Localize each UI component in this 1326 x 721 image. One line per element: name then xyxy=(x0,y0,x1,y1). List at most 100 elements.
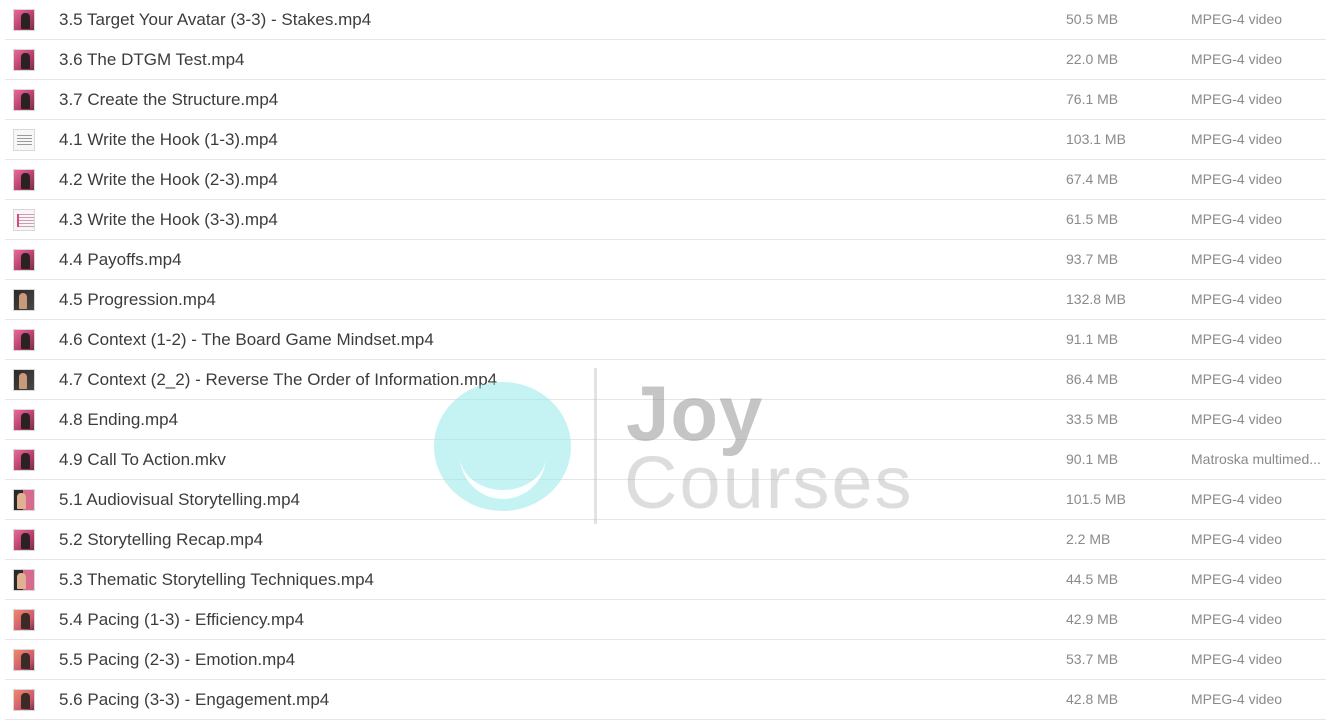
thumbnail-figure xyxy=(21,693,30,709)
video-thumbnail-icon xyxy=(13,689,35,711)
video-thumbnail-icon xyxy=(13,369,35,391)
thumbnail-figure xyxy=(21,413,30,429)
file-row[interactable]: 4.5 Progression.mp4 132.8 MB MPEG-4 video xyxy=(5,280,1326,320)
file-type: MPEG-4 video xyxy=(1191,11,1283,27)
file-name: 3.6 The DTGM Test.mp4 xyxy=(59,50,245,69)
video-thumbnail-icon xyxy=(13,529,35,551)
thumbnail-figure xyxy=(17,573,26,589)
file-size: 93.7 MB xyxy=(1066,251,1119,267)
file-type: MPEG-4 video xyxy=(1191,411,1283,427)
file-type: MPEG-4 video xyxy=(1191,571,1283,587)
file-name: 4.9 Call To Action.mkv xyxy=(59,450,226,469)
thumbnail-figure xyxy=(21,453,30,469)
file-row[interactable]: 4.4 Payoffs.mp4 93.7 MB MPEG-4 video xyxy=(5,240,1326,280)
video-thumbnail-icon xyxy=(13,129,35,151)
file-type: MPEG-4 video xyxy=(1191,211,1283,227)
thumbnail-figure xyxy=(17,493,26,509)
file-row[interactable]: 5.6 Pacing (3-3) - Engagement.mp4 42.8 MB… xyxy=(5,680,1326,720)
video-thumbnail-icon xyxy=(13,449,35,471)
file-size: 42.9 MB xyxy=(1066,611,1119,627)
file-size: 2.2 MB xyxy=(1066,531,1111,547)
file-type: MPEG-4 video xyxy=(1191,131,1283,147)
thumbnail-figure xyxy=(21,613,30,629)
file-type: MPEG-4 video xyxy=(1191,371,1283,387)
file-row[interactable]: 4.3 Write the Hook (3-3).mp4 61.5 MB MPEG-… xyxy=(5,200,1326,240)
file-size: 76.1 MB xyxy=(1066,91,1119,107)
file-name: 4.8 Ending.mp4 xyxy=(59,410,179,429)
thumbnail-figure xyxy=(19,373,27,389)
file-row[interactable]: 5.2 Storytelling Recap.mp4 2.2 MB MPEG-4 v… xyxy=(5,520,1326,560)
file-name: 5.2 Storytelling Recap.mp4 xyxy=(59,530,264,549)
file-row[interactable]: 4.6 Context (1-2) - The Board Game Minds… xyxy=(5,320,1326,360)
video-thumbnail-icon xyxy=(13,209,35,231)
thumbnail-document-lines xyxy=(17,135,32,146)
video-thumbnail-icon xyxy=(13,89,35,111)
file-size: 33.5 MB xyxy=(1066,411,1119,427)
file-type: MPEG-4 video xyxy=(1191,331,1283,347)
thumbnail-figure xyxy=(21,333,30,349)
file-name: 4.6 Context (1-2) - The Board Game Minds… xyxy=(59,330,434,349)
file-row[interactable]: 5.1 Audiovisual Storytelling.mp4 101.5 MB… xyxy=(5,480,1326,520)
file-size: 61.5 MB xyxy=(1066,211,1119,227)
video-thumbnail-icon xyxy=(13,169,35,191)
file-row[interactable]: 5.3 Thematic Storytelling Techniques.mp4… xyxy=(5,560,1326,600)
file-name: 3.7 Create the Structure.mp4 xyxy=(59,90,279,109)
file-row[interactable]: 5.4 Pacing (1-3) - Efficiency.mp4 42.9 MB… xyxy=(5,600,1326,640)
thumbnail-document-lines xyxy=(17,214,34,227)
file-size: 103.1 MB xyxy=(1066,131,1126,147)
file-name: 5.5 Pacing (2-3) - Emotion.mp4 xyxy=(59,650,296,669)
file-name: 4.3 Write the Hook (3-3).mp4 xyxy=(59,210,278,229)
file-row[interactable]: 4.7 Context (2_2) - Reverse The Order of… xyxy=(5,360,1326,400)
file-type: Matroska multimed... xyxy=(1191,451,1321,467)
file-type: MPEG-4 video xyxy=(1191,691,1283,707)
file-list: 3.5 Target Your Avatar (3-3) - Stakes.mp… xyxy=(0,0,1326,721)
video-thumbnail-icon xyxy=(13,249,35,271)
file-name: 4.2 Write the Hook (2-3).mp4 xyxy=(59,170,278,189)
file-size: 86.4 MB xyxy=(1066,371,1119,387)
video-thumbnail-icon xyxy=(13,49,35,71)
file-name: 5.1 Audiovisual Storytelling.mp4 xyxy=(59,490,300,509)
file-name: 4.1 Write the Hook (1-3).mp4 xyxy=(59,130,278,149)
file-row[interactable]: 4.2 Write the Hook (2-3).mp4 67.4 MB MPEG-… xyxy=(5,160,1326,200)
thumbnail-figure xyxy=(21,173,30,189)
thumbnail-figure xyxy=(21,533,30,549)
file-row[interactable]: 5.5 Pacing (2-3) - Emotion.mp4 53.7 MB MPE… xyxy=(5,640,1326,680)
file-row[interactable]: 3.7 Create the Structure.mp4 76.1 MB MPEG-… xyxy=(5,80,1326,120)
file-row[interactable]: 3.6 The DTGM Test.mp4 22.0 MB MPEG-4 video xyxy=(5,40,1326,80)
file-type: MPEG-4 video xyxy=(1191,531,1283,547)
file-name: 3.5 Target Your Avatar (3-3) - Stakes.mp… xyxy=(59,10,372,29)
file-type: MPEG-4 video xyxy=(1191,611,1283,627)
video-thumbnail-icon xyxy=(13,489,35,511)
file-name: 4.5 Progression.mp4 xyxy=(59,290,216,309)
thumbnail-figure xyxy=(21,53,30,69)
video-thumbnail-icon xyxy=(13,649,35,671)
file-size: 101.5 MB xyxy=(1066,491,1126,507)
video-thumbnail-icon xyxy=(13,409,35,431)
file-type: MPEG-4 video xyxy=(1191,251,1283,267)
file-name: 5.6 Pacing (3-3) - Engagement.mp4 xyxy=(59,690,330,709)
file-type: MPEG-4 video xyxy=(1191,51,1283,67)
thumbnail-figure xyxy=(21,93,30,109)
file-row[interactable]: 4.1 Write the Hook (1-3).mp4 103.1 MB MPEG… xyxy=(5,120,1326,160)
file-name: 5.3 Thematic Storytelling Techniques.mp4 xyxy=(59,570,374,589)
file-size: 91.1 MB xyxy=(1066,331,1119,347)
file-row[interactable]: 4.8 Ending.mp4 33.5 MB MPEG-4 video xyxy=(5,400,1326,440)
file-row[interactable]: 3.5 Target Your Avatar (3-3) - Stakes.mp… xyxy=(5,0,1326,40)
file-name: 4.7 Context (2_2) - Reverse The Order of… xyxy=(59,370,498,389)
file-size: 132.8 MB xyxy=(1066,291,1126,307)
file-row[interactable]: 4.9 Call To Action.mkv 90.1 MB Matroska mu… xyxy=(5,440,1326,480)
file-name: 5.4 Pacing (1-3) - Efficiency.mp4 xyxy=(59,610,305,629)
file-type: MPEG-4 video xyxy=(1191,291,1283,307)
file-size: 22.0 MB xyxy=(1066,51,1119,67)
video-thumbnail-icon xyxy=(13,329,35,351)
file-size: 50.5 MB xyxy=(1066,11,1119,27)
file-size: 44.5 MB xyxy=(1066,571,1119,587)
thumbnail-figure xyxy=(21,13,30,29)
file-type: MPEG-4 video xyxy=(1191,651,1283,667)
file-size: 67.4 MB xyxy=(1066,171,1119,187)
file-size: 53.7 MB xyxy=(1066,651,1119,667)
video-thumbnail-icon xyxy=(13,289,35,311)
file-type: MPEG-4 video xyxy=(1191,91,1283,107)
video-thumbnail-icon xyxy=(13,609,35,631)
file-type: MPEG-4 video xyxy=(1191,171,1283,187)
